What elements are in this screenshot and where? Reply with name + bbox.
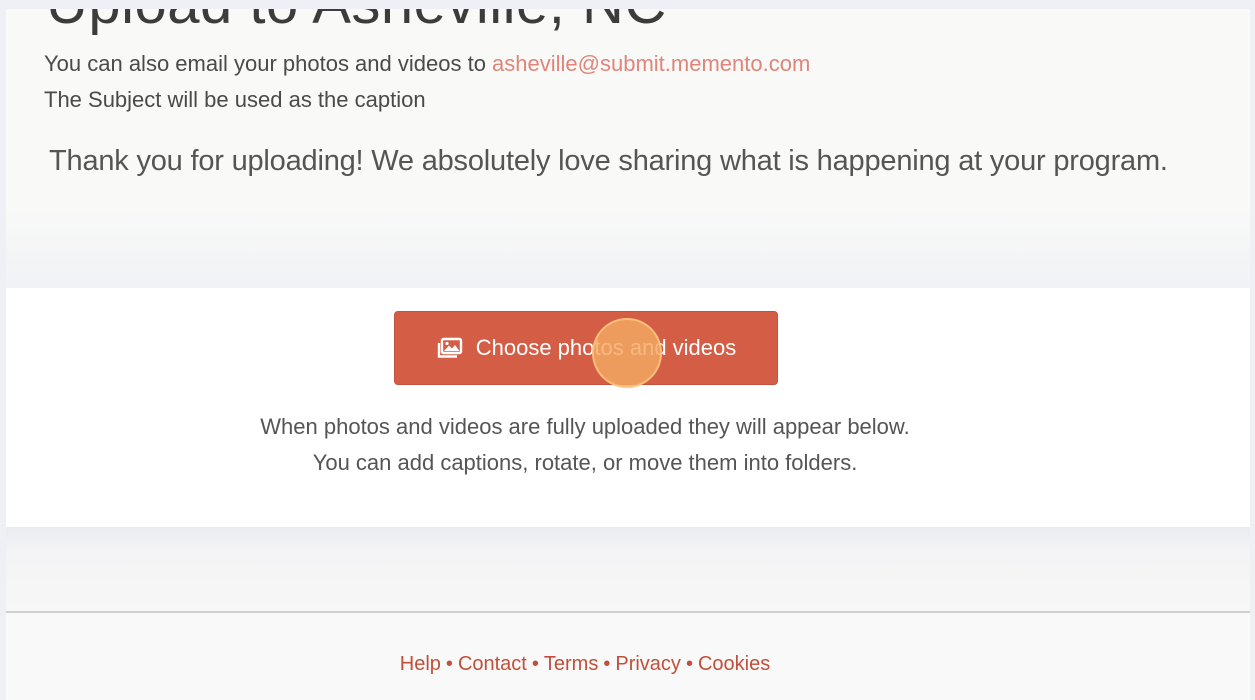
thank-you-message: Thank you for uploading! We absolutely l… — [49, 145, 1168, 177]
upload-info-line-2: You can add captions, rotate, or move th… — [312, 450, 858, 475]
page-title: Upload to Asheville, NC — [46, 9, 667, 33]
email-instructions-text: You can also email your photos and video… — [44, 51, 493, 76]
footer-link-help[interactable]: Help — [400, 653, 441, 675]
subject-caption-note: The Subject will be used as the caption — [44, 87, 426, 112]
upload-panel: Choose photos and videos When photos and… — [6, 288, 1250, 527]
footer-separator: • — [603, 653, 611, 675]
footer-link-contact[interactable]: Contact — [458, 653, 527, 675]
choose-photos-button[interactable]: Choose photos and videos — [394, 311, 778, 385]
footer-separator: • — [531, 653, 539, 675]
choose-photos-label: Choose photos and videos — [475, 335, 737, 360]
intro-section-fade — [6, 209, 1250, 288]
footer-link-privacy[interactable]: Privacy — [615, 653, 681, 675]
footer-separator: • — [445, 653, 453, 675]
email-link[interactable]: asheville@submit.memento.com — [492, 51, 810, 76]
footer-links: Help • Contact • Terms • Privacy • Cookies — [6, 653, 1164, 676]
footer-link-terms[interactable]: Terms — [544, 653, 598, 675]
upload-info-line-1: When photos and videos are fully uploade… — [260, 414, 910, 439]
footer: Help • Contact • Terms • Privacy • Cookies — [6, 613, 1250, 700]
media-gallery-area — [6, 527, 1250, 611]
footer-link-cookies[interactable]: Cookies — [698, 653, 770, 675]
photos-icon — [436, 336, 464, 360]
email-instructions: You can also email your photos and video… — [44, 51, 810, 77]
upload-page: Upload to Asheville, NC You can also ema… — [6, 9, 1250, 700]
footer-separator: • — [685, 653, 693, 675]
